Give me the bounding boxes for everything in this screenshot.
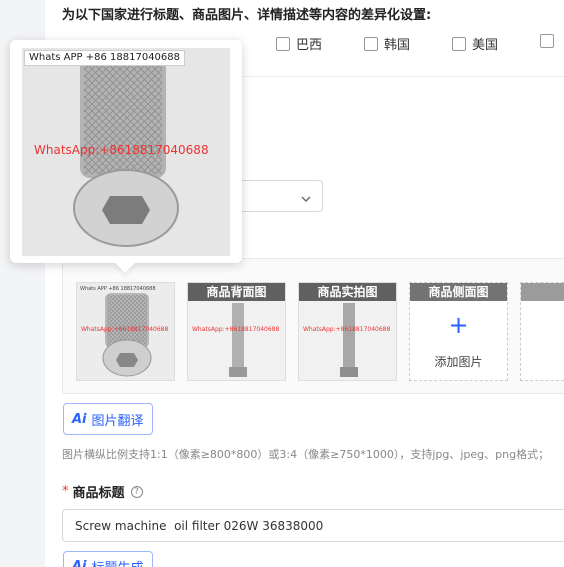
title-generate-label: 标题生成: [92, 557, 144, 567]
add-image-label: 添加图片: [434, 355, 483, 369]
image-thumb-main[interactable]: Whats APP +86 18817040688 WhatsApp:+8618…: [76, 282, 175, 381]
ai-icon: Ai: [72, 411, 87, 427]
dropdown-select[interactable]: [233, 180, 323, 212]
checkbox-brazil[interactable]: 巴西: [276, 34, 322, 53]
checkbox-box[interactable]: [276, 36, 290, 51]
image-caption: [521, 283, 564, 301]
checkbox-box[interactable]: [364, 36, 378, 51]
product-title-input[interactable]: [62, 509, 564, 542]
preview-tag: Whats APP +86 18817040688: [24, 50, 186, 66]
checkbox-label: 巴西: [296, 38, 323, 53]
preview-watermark: WhatsApp:+8618817040688: [34, 143, 209, 157]
required-mark: *: [62, 484, 69, 499]
checkbox-box[interactable]: [540, 34, 554, 48]
help-icon[interactable]: ?: [130, 485, 143, 498]
image-translate-label: 图片翻译: [91, 413, 144, 429]
ai-icon: Ai: [72, 558, 87, 567]
title-field-label: * 商品标题 ?: [62, 482, 143, 501]
image-thumb-back[interactable]: 商品背面图 WhatsApp:+8618817040688: [187, 282, 286, 381]
add-image-side[interactable]: 商品侧面图 + 添加图片: [409, 282, 508, 381]
checkbox-usa[interactable]: 美国: [452, 34, 498, 53]
checkbox-label: 美国: [472, 38, 499, 53]
image-caption: 商品侧面图: [410, 283, 507, 301]
title-generate-button[interactable]: Ai 标题生成: [63, 551, 153, 567]
section-heading: 为以下国家进行标题、商品图片、详情描述等内容的差异化设置:: [62, 8, 432, 23]
checkbox-label: 韩国: [384, 38, 411, 53]
image-thumb-real[interactable]: 商品实拍图 WhatsApp:+8618817040688: [298, 282, 397, 381]
checkbox-korea[interactable]: 韩国: [364, 34, 410, 53]
image-tag: Whats APP +86 18817040688: [80, 286, 156, 292]
image-caption: 商品实拍图: [299, 283, 396, 301]
image-caption: 商品背面图: [188, 283, 285, 301]
add-image-next[interactable]: [520, 282, 564, 381]
image-watermark: WhatsApp:+8618817040688: [303, 326, 391, 333]
preview-photo: Whats APP +86 18817040688 WhatsApp:+8618…: [22, 48, 230, 256]
checkbox-more[interactable]: [540, 34, 560, 48]
image-watermark: WhatsApp:+8618817040688: [81, 326, 169, 333]
checkbox-box[interactable]: [452, 36, 466, 51]
image-watermark: WhatsApp:+8618817040688: [192, 326, 280, 333]
title-label-text: 商品标题: [72, 486, 125, 501]
image-preview-popover: Whats APP +86 18817040688 WhatsApp:+8618…: [10, 40, 242, 273]
chevron-down-icon: [300, 188, 312, 208]
plus-icon: +: [448, 311, 469, 339]
image-translate-button[interactable]: Ai 图片翻译: [63, 403, 153, 435]
image-hint: 图片横纵比例支持1:1（像素≥800*800）或3:4（像素≥750*1000）…: [62, 448, 550, 461]
